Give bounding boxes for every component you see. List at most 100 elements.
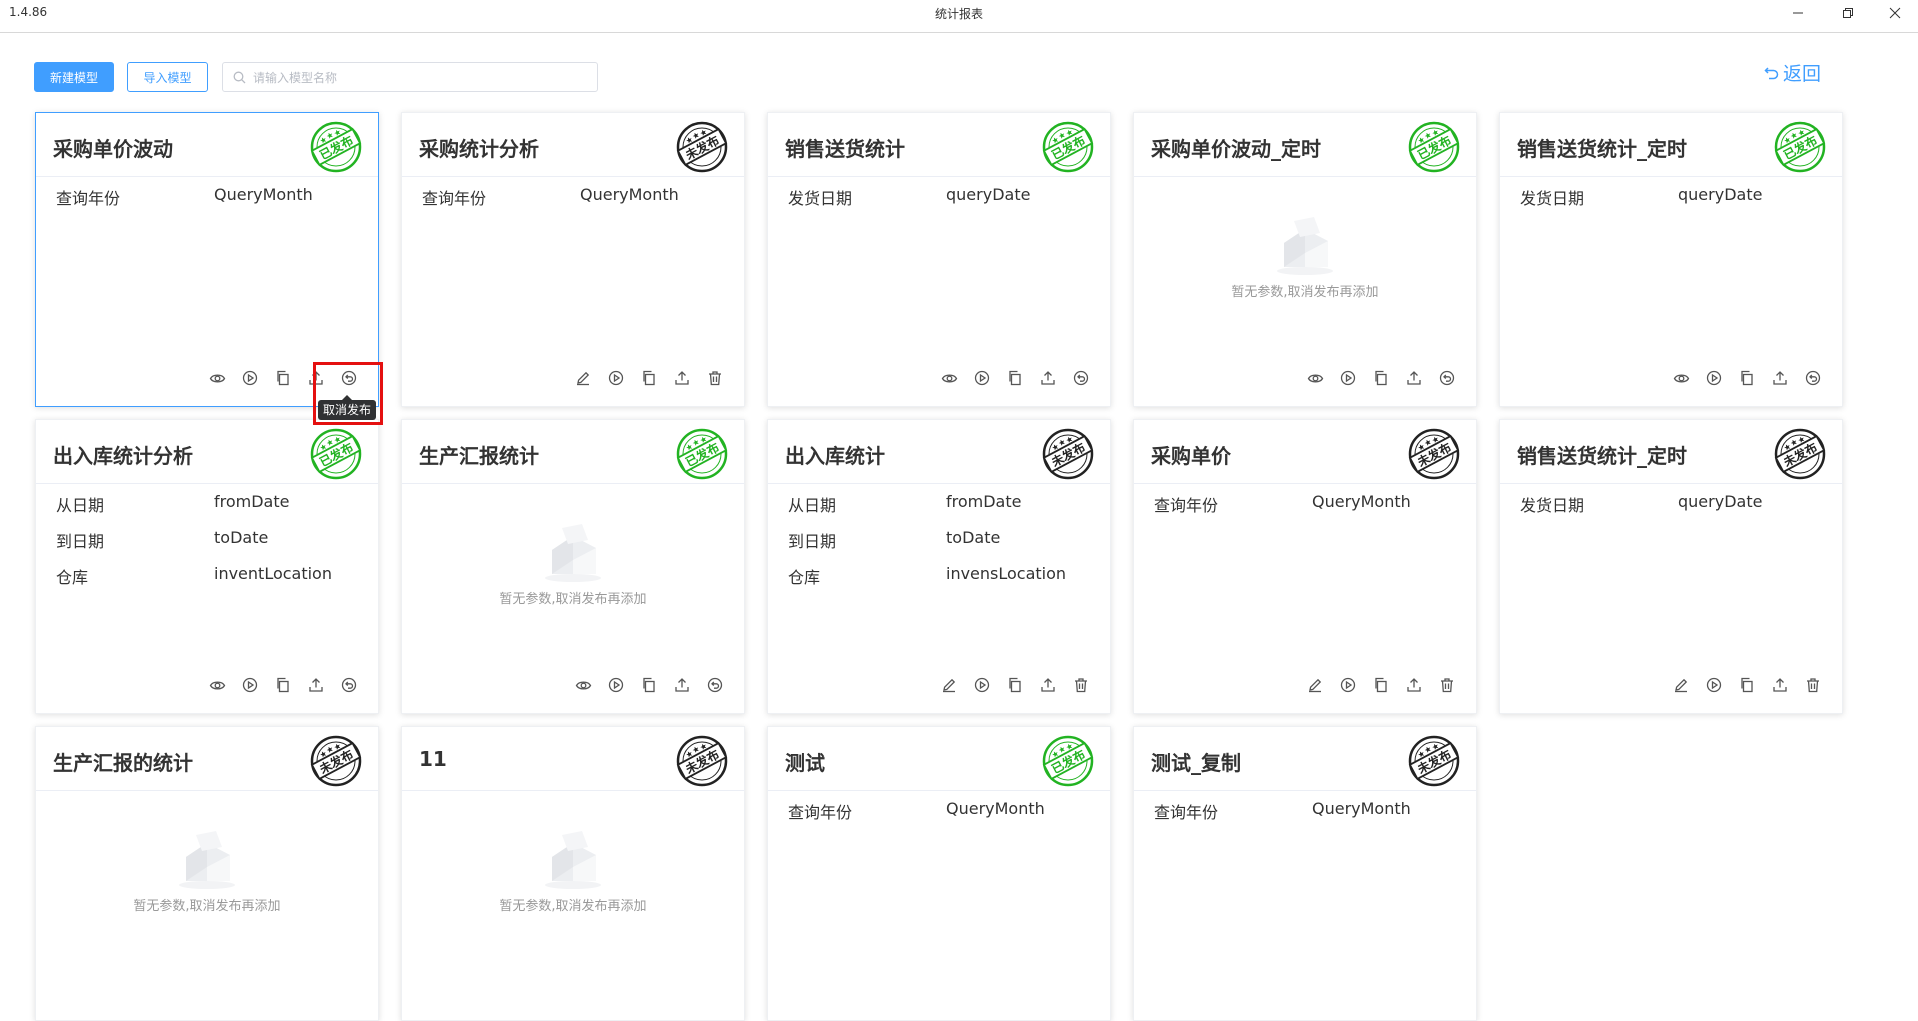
import-model-button[interactable]: 导入模型: [127, 62, 208, 92]
copy-button[interactable]: [270, 368, 296, 388]
param-name: 查询年份: [788, 803, 853, 822]
search-box[interactable]: [222, 62, 598, 92]
param-name: 到日期: [788, 532, 837, 551]
copy-icon: [1009, 370, 1021, 386]
play-icon: [608, 370, 624, 386]
preview-button[interactable]: [204, 675, 230, 695]
copy-button[interactable]: [1002, 368, 1028, 388]
new-model-button[interactable]: 新建模型: [34, 62, 114, 92]
delete-button[interactable]: [1800, 675, 1826, 695]
delete-icon: [1075, 678, 1087, 693]
export-button[interactable]: [1401, 368, 1427, 388]
model-card[interactable]: 销售送货统计_定时 已发布 发货日期 queryDate: [1499, 112, 1843, 407]
model-card[interactable]: 采购统计分析 未发布 查询年份 QueryMonth: [401, 112, 745, 407]
copy-button[interactable]: [1002, 675, 1028, 695]
copy-icon: [1741, 677, 1753, 693]
export-button[interactable]: [669, 368, 695, 388]
delete-button[interactable]: [1068, 675, 1094, 695]
run-button[interactable]: [969, 675, 995, 695]
preview-button[interactable]: [570, 675, 596, 695]
unpublish-icon: [707, 677, 723, 693]
card-actions: [929, 368, 1094, 388]
param-name: 发货日期: [1520, 496, 1585, 515]
unpublish-button[interactable]: [336, 675, 362, 695]
unpublish-button[interactable]: [1800, 368, 1826, 388]
copy-button[interactable]: [1734, 675, 1760, 695]
param-value: queryDate: [1678, 185, 1763, 204]
param-list: 查询年份 QueryMonth: [1154, 799, 1466, 835]
published-stamp: 已发布: [676, 428, 728, 480]
model-card[interactable]: 11 未发布 暂无参数,取消发布再添加: [401, 726, 745, 1021]
run-button[interactable]: [237, 675, 263, 695]
preview-button[interactable]: [1302, 368, 1328, 388]
card-title: 出入库统计分析: [53, 444, 193, 468]
model-card[interactable]: 采购单价波动_定时 已发布 暂无参数,取消发布再添加: [1133, 112, 1477, 407]
copy-button[interactable]: [270, 675, 296, 695]
model-card[interactable]: 生产汇报的统计 未发布 暂无参数,取消发布再添加: [35, 726, 379, 1021]
edit-button[interactable]: [570, 368, 596, 388]
unpublish-button[interactable]: [1434, 368, 1460, 388]
copy-button[interactable]: [1734, 368, 1760, 388]
card-title: 生产汇报统计: [419, 444, 539, 468]
card-title: 采购统计分析: [419, 137, 539, 161]
edit-button[interactable]: [1668, 675, 1694, 695]
run-button[interactable]: [1701, 368, 1727, 388]
card-actions: [1295, 675, 1460, 695]
copy-button[interactable]: [636, 675, 662, 695]
export-button[interactable]: [1767, 675, 1793, 695]
export-button[interactable]: [1767, 368, 1793, 388]
delete-button[interactable]: [1434, 675, 1460, 695]
preview-button[interactable]: [204, 368, 230, 388]
param-name: 查询年份: [1154, 496, 1219, 515]
model-card[interactable]: 出入库统计分析 已发布 从日期 fromDate 到日期 toDate 仓库 inventLo…: [35, 419, 379, 714]
unpublish-button[interactable]: [1068, 368, 1094, 388]
search-input[interactable]: [253, 68, 583, 87]
edit-button[interactable]: [936, 675, 962, 695]
model-card[interactable]: 测试 已发布 查询年份 QueryMonth: [767, 726, 1111, 1021]
card-title: 采购单价: [1151, 444, 1231, 468]
back-link[interactable]: 返回: [1764, 59, 1821, 86]
empty-params: 暂无参数,取消发布再添加: [36, 827, 378, 914]
run-button[interactable]: [237, 368, 263, 388]
restore-button[interactable]: [1825, 0, 1871, 26]
play-icon: [1706, 677, 1722, 693]
delete-button[interactable]: [702, 368, 728, 388]
run-button[interactable]: [1701, 675, 1727, 695]
copy-button[interactable]: [1368, 675, 1394, 695]
model-card[interactable]: 出入库统计 未发布 从日期 fromDate 到日期 toDate 仓库 invensLoca…: [767, 419, 1111, 714]
param-name: 查询年份: [1154, 803, 1219, 822]
preview-button[interactable]: [936, 368, 962, 388]
copy-icon: [1375, 677, 1387, 693]
model-card[interactable]: 生产汇报统计 已发布 暂无参数,取消发布再添加: [401, 419, 745, 714]
minimize-button[interactable]: [1775, 0, 1821, 26]
run-button[interactable]: [603, 675, 629, 695]
run-button[interactable]: [969, 368, 995, 388]
card-actions: [1295, 368, 1460, 388]
model-card[interactable]: 销售送货统计_定时 未发布 发货日期 queryDate: [1499, 419, 1843, 714]
export-button[interactable]: [669, 675, 695, 695]
close-button[interactable]: [1872, 0, 1918, 26]
model-card[interactable]: 测试_复制 未发布 查询年份 QueryMonth: [1133, 726, 1477, 1021]
edit-icon: [1309, 678, 1322, 693]
export-button[interactable]: [1035, 675, 1061, 695]
edit-icon: [577, 371, 590, 386]
run-button[interactable]: [1335, 368, 1361, 388]
preview-button[interactable]: [1668, 368, 1694, 388]
upload-icon: [1407, 678, 1421, 692]
run-button[interactable]: [603, 368, 629, 388]
edit-button[interactable]: [1302, 675, 1328, 695]
param-name: 到日期: [56, 532, 105, 551]
export-button[interactable]: [303, 368, 329, 388]
unpublish-button[interactable]: [336, 368, 362, 388]
model-card[interactable]: 销售送货统计 已发布 发货日期 queryDate: [767, 112, 1111, 407]
copy-button[interactable]: [1368, 368, 1394, 388]
model-card[interactable]: 采购单价 未发布 查询年份 QueryMonth: [1133, 419, 1477, 714]
edit-icon: [1675, 678, 1688, 693]
export-button[interactable]: [303, 675, 329, 695]
export-button[interactable]: [1401, 675, 1427, 695]
model-card[interactable]: 采购单价波动 已发布 查询年份 QueryMonth: [35, 112, 379, 407]
unpublish-button[interactable]: [702, 675, 728, 695]
copy-button[interactable]: [636, 368, 662, 388]
run-button[interactable]: [1335, 675, 1361, 695]
export-button[interactable]: [1035, 368, 1061, 388]
